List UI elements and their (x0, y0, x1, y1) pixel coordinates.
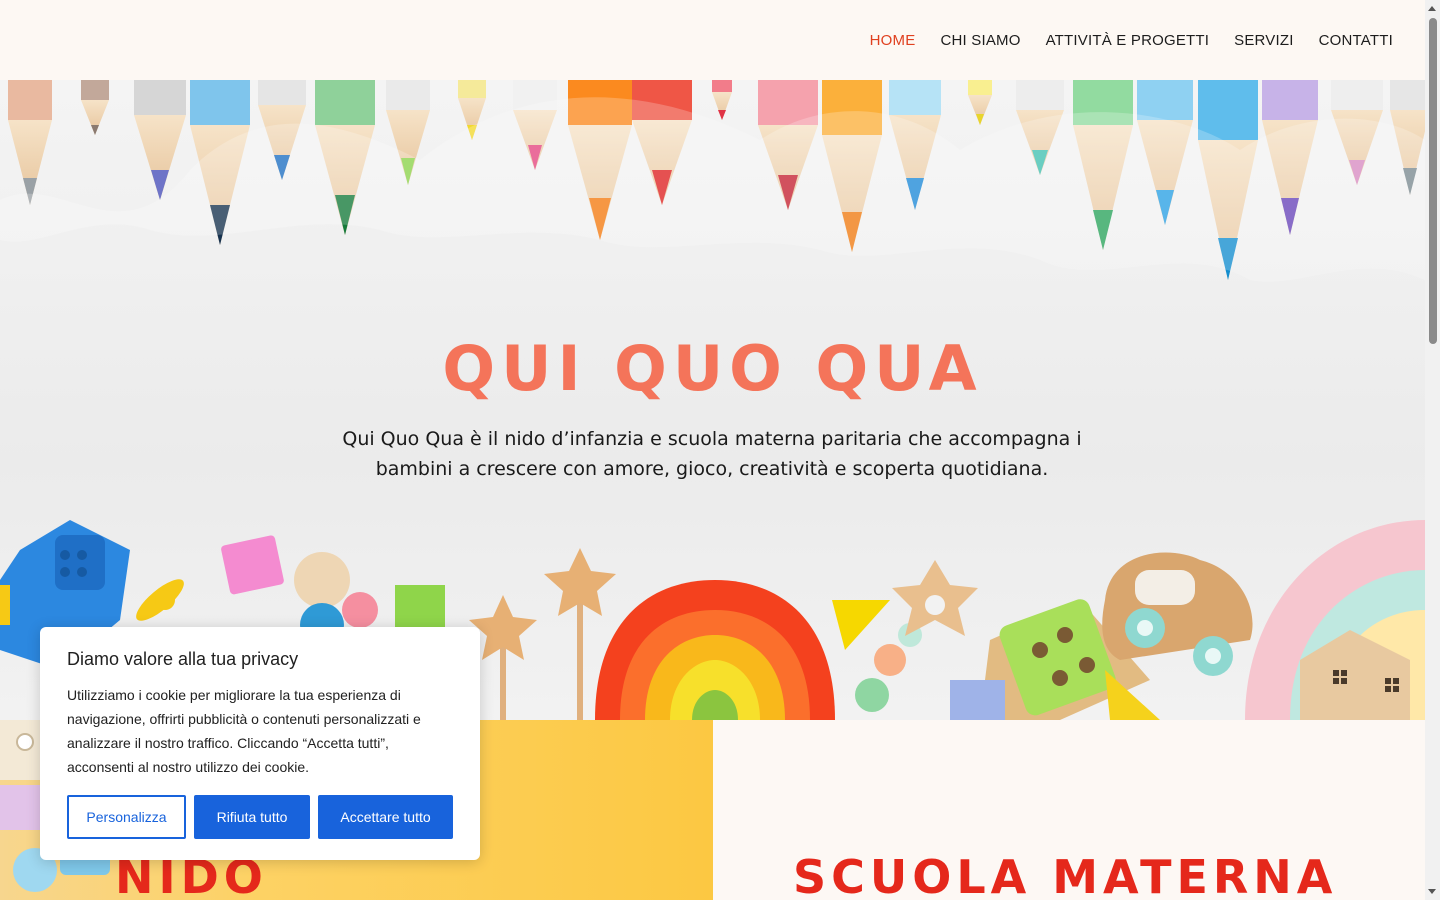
hero-title: QUI QUO QUA (442, 332, 983, 405)
nav-servizi[interactable]: SERVIZI (1234, 32, 1293, 49)
reject-all-button[interactable]: Rifiuta tutto (194, 795, 310, 839)
cookie-description: Utilizziamo i cookie per migliorare la t… (67, 687, 421, 775)
scroll-down-arrow-icon[interactable] (1428, 889, 1436, 894)
nav-chi-siamo[interactable]: CHI SIAMO (940, 32, 1020, 49)
accept-all-button[interactable]: Accettare tutto (318, 795, 453, 839)
cookie-title: Diamo valore alla tua privacy (67, 649, 299, 669)
nav-attivita-progetti[interactable]: ATTIVITÀ E PROGETTI (1046, 32, 1210, 49)
scrollbar-thumb[interactable] (1429, 18, 1437, 344)
site-header: HOME CHI SIAMO ATTIVITÀ E PROGETTI SERVI… (0, 0, 1425, 80)
hero-section: QUI QUO QUA Qui Quo Qua è il nido d’infa… (0, 80, 1425, 720)
customize-button[interactable]: Personalizza (67, 795, 186, 839)
scroll-up-arrow-icon[interactable] (1428, 6, 1436, 11)
nav-home[interactable]: HOME (870, 32, 916, 49)
cookie-consent-banner: Diamo valore alla tua privacy Utilizziam… (40, 627, 480, 860)
scuola-materna-section: SCUOLA MATERNA (713, 720, 1425, 900)
hero-subtitle: Qui Quo Qua è il nido d’infanzia e scuol… (342, 428, 1082, 480)
page-scrollbar[interactable] (1425, 0, 1440, 900)
nav-contatti[interactable]: CONTATTI (1319, 32, 1393, 49)
scuola-materna-title: SCUOLA MATERNA (793, 850, 1338, 900)
main-nav: HOME CHI SIAMO ATTIVITÀ E PROGETTI SERVI… (870, 0, 1393, 80)
